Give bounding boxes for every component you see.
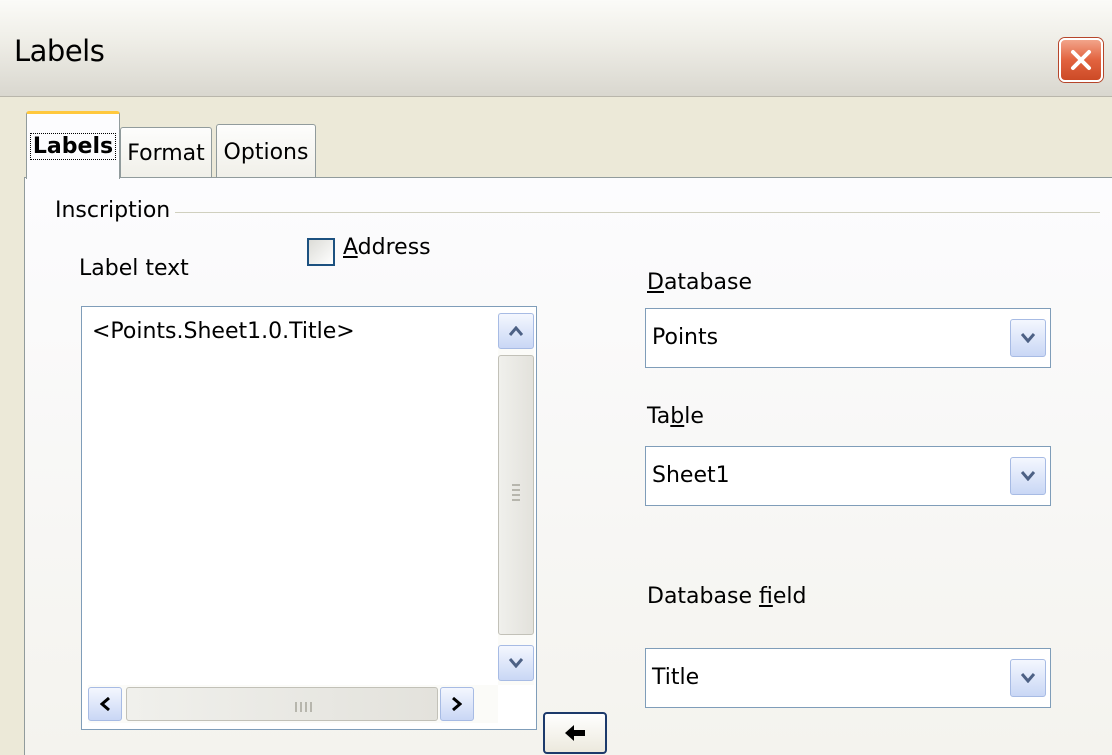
horizontal-scroll-thumb[interactable] <box>126 687 438 721</box>
table-label-end: le <box>684 404 704 429</box>
tab-labels[interactable]: Labels <box>26 111 120 179</box>
database-dropdown-button[interactable] <box>1010 319 1046 357</box>
chevron-left-icon <box>100 697 110 711</box>
chevron-down-icon <box>1021 471 1035 481</box>
labels-tab-panel: Inscription Label text Address <Points.S… <box>24 177 1112 755</box>
scroll-up-button[interactable] <box>498 313 534 349</box>
database-field-value: Title <box>652 665 700 690</box>
inscription-group-title: Inscription <box>55 198 171 223</box>
tab-format-label: Format <box>127 141 205 166</box>
label-text-area[interactable]: <Points.Sheet1.0.Title> <box>81 306 537 730</box>
close-button[interactable] <box>1059 38 1103 82</box>
database-field-label: Database field <box>647 584 806 609</box>
table-label-start: Ta <box>647 404 671 429</box>
vertical-grip <box>512 484 520 504</box>
address-checkbox-label[interactable]: Address <box>343 235 431 260</box>
tab-options[interactable]: Options <box>216 124 316 179</box>
insert-field-button[interactable] <box>543 712 607 754</box>
tab-labels-label: Labels <box>29 133 117 160</box>
address-rest: ddress <box>357 235 431 260</box>
database-field-label-start: Database <box>647 584 759 609</box>
arrow-left-icon <box>565 725 585 741</box>
database-value: Points <box>652 325 719 350</box>
vertical-scroll-thumb[interactable] <box>498 355 534 635</box>
table-select[interactable]: Sheet1 <box>645 446 1051 506</box>
chevron-right-icon <box>452 697 462 711</box>
chevron-up-icon <box>509 326 523 336</box>
address-checkbox[interactable] <box>307 238 335 266</box>
scroll-left-button[interactable] <box>88 687 122 721</box>
tab-format[interactable]: Format <box>120 127 212 179</box>
database-field-label-end: ield <box>772 584 807 609</box>
label-text-caption: Label text <box>79 256 189 281</box>
chevron-down-icon <box>509 658 523 668</box>
database-select[interactable]: Points <box>645 308 1051 368</box>
vertical-scrollbar[interactable] <box>498 313 534 685</box>
database-label-rest: atabase <box>663 270 752 295</box>
chevron-down-icon <box>1021 333 1035 343</box>
table-mnemonic: b <box>670 404 685 429</box>
chevron-down-icon <box>1021 673 1035 683</box>
database-field-mnemonic: f <box>758 584 773 609</box>
horizontal-scrollbar[interactable] <box>88 685 498 723</box>
address-mnemonic: A <box>343 235 358 260</box>
scroll-down-button[interactable] <box>498 645 534 681</box>
table-dropdown-button[interactable] <box>1010 457 1046 495</box>
table-value: Sheet1 <box>652 463 730 488</box>
labels-dialog: Labels Format Options Inscription Label … <box>0 0 1112 755</box>
database-mnemonic: D <box>647 270 664 295</box>
title-bar[interactable]: Labels <box>0 0 1112 97</box>
database-field-dropdown-button[interactable] <box>1010 659 1046 697</box>
label-text-value: <Points.Sheet1.0.Title> <box>92 319 355 344</box>
tab-options-label: Options <box>223 139 309 165</box>
scroll-right-button[interactable] <box>440 687 474 721</box>
horizontal-grip <box>295 702 312 712</box>
dialog-body: Format Options Inscription Label text Ad… <box>0 97 1112 755</box>
group-divider <box>175 212 1100 213</box>
close-x-icon <box>1071 50 1091 70</box>
window-title: Labels <box>14 34 105 68</box>
database-label: Database <box>647 270 752 295</box>
database-field-select[interactable]: Title <box>645 648 1051 708</box>
table-label: Table <box>647 404 704 429</box>
